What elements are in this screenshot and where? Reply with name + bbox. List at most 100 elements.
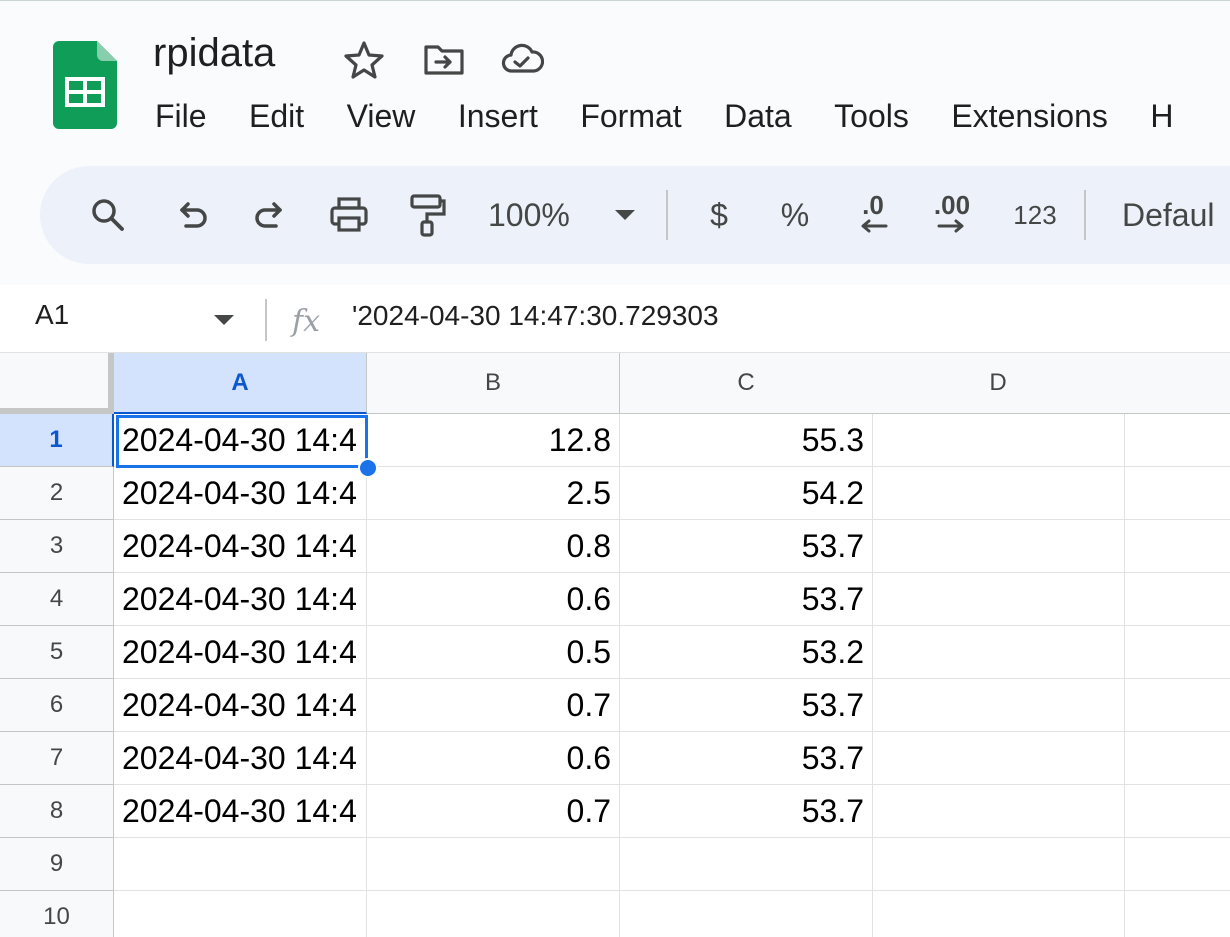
- cell-b4[interactable]: 0.6: [367, 573, 620, 626]
- cell-b2[interactable]: 2.5: [367, 467, 620, 520]
- cell-c10[interactable]: [620, 891, 873, 937]
- cell-c5[interactable]: 53.2: [620, 626, 873, 679]
- select-all-corner[interactable]: [0, 353, 114, 414]
- move-to-folder-icon[interactable]: [422, 39, 466, 79]
- cell-c4[interactable]: 53.7: [620, 573, 873, 626]
- cell-d3[interactable]: [872, 520, 1125, 573]
- cell-a3[interactable]: 2024-04-30 14:4: [114, 520, 367, 573]
- column-header-c[interactable]: C: [620, 353, 873, 414]
- cell-d7[interactable]: [872, 732, 1125, 785]
- cell-c7[interactable]: 53.7: [620, 732, 873, 785]
- name-box[interactable]: A1: [35, 299, 69, 331]
- cell-d5[interactable]: [872, 626, 1125, 679]
- star-icon[interactable]: [342, 39, 386, 79]
- cell-c8[interactable]: 53.7: [620, 785, 873, 838]
- arrow-right-icon: [937, 219, 964, 233]
- zoom-dropdown-icon[interactable]: [610, 191, 640, 239]
- column-header-blank[interactable]: [1124, 353, 1230, 414]
- cell-c2[interactable]: 54.2: [620, 467, 873, 520]
- cell-e10[interactable]: [1124, 891, 1230, 937]
- row-header-10[interactable]: 10: [0, 891, 114, 937]
- menu-insert[interactable]: Insert: [458, 96, 538, 136]
- cell-b6[interactable]: 0.7: [367, 679, 620, 732]
- toolbar-divider: [1084, 190, 1086, 240]
- number-format-button[interactable]: 123: [1010, 191, 1060, 239]
- search-icon[interactable]: [86, 191, 130, 239]
- menu-format[interactable]: Format: [580, 96, 681, 136]
- cell-c1[interactable]: 55.3: [620, 414, 873, 467]
- menu-extensions[interactable]: Extensions: [951, 96, 1108, 136]
- zoom-select[interactable]: 100%: [488, 191, 570, 239]
- cell-a7[interactable]: 2024-04-30 14:4: [114, 732, 367, 785]
- decrease-decimal-button[interactable]: .0: [850, 191, 896, 239]
- cell-e8[interactable]: [1124, 785, 1230, 838]
- menu-help[interactable]: H: [1150, 96, 1173, 136]
- cell-b5[interactable]: 0.5: [367, 626, 620, 679]
- row-header-5[interactable]: 5: [0, 626, 114, 679]
- cell-e2[interactable]: [1124, 467, 1230, 520]
- undo-icon[interactable]: [170, 191, 214, 239]
- name-box-dropdown-icon[interactable]: [212, 313, 236, 331]
- percent-format-button[interactable]: %: [778, 191, 812, 239]
- fill-handle[interactable]: [358, 458, 378, 478]
- cell-e9[interactable]: [1124, 838, 1230, 891]
- menu-view[interactable]: View: [347, 96, 416, 136]
- document-title[interactable]: rpidata: [153, 31, 275, 76]
- increase-decimal-button[interactable]: .00: [928, 191, 976, 239]
- row-header-4[interactable]: 4: [0, 573, 114, 626]
- cell-b8[interactable]: 0.7: [367, 785, 620, 838]
- cloud-saved-icon[interactable]: [500, 39, 545, 79]
- row-header-9[interactable]: 9: [0, 838, 114, 891]
- cell-b3[interactable]: 0.8: [367, 520, 620, 573]
- row-header-2[interactable]: 2: [0, 467, 114, 520]
- cell-c6[interactable]: 53.7: [620, 679, 873, 732]
- cell-a6[interactable]: 2024-04-30 14:4: [114, 679, 367, 732]
- menu-edit[interactable]: Edit: [249, 96, 304, 136]
- column-header-a[interactable]: A: [114, 353, 367, 414]
- cell-b10[interactable]: [367, 891, 620, 937]
- cell-e1[interactable]: [1124, 414, 1230, 467]
- sheets-logo-icon[interactable]: [53, 41, 117, 129]
- row-header-1[interactable]: 1: [0, 414, 114, 467]
- column-header-b[interactable]: B: [367, 353, 620, 414]
- cell-a10[interactable]: [114, 891, 367, 937]
- cell-d8[interactable]: [872, 785, 1125, 838]
- formula-input[interactable]: '2024-04-30 14:47:30.729303: [352, 300, 719, 332]
- cell-a9[interactable]: [114, 838, 367, 891]
- cell-a4[interactable]: 2024-04-30 14:4: [114, 573, 367, 626]
- cell-d10[interactable]: [872, 891, 1125, 937]
- cell-e3[interactable]: [1124, 520, 1230, 573]
- cell-e7[interactable]: [1124, 732, 1230, 785]
- cell-a2[interactable]: 2024-04-30 14:4: [114, 467, 367, 520]
- cell-e6[interactable]: [1124, 679, 1230, 732]
- cell-a8[interactable]: 2024-04-30 14:4: [114, 785, 367, 838]
- cell-d1[interactable]: [872, 414, 1125, 467]
- column-header-d[interactable]: D: [872, 353, 1125, 414]
- cell-c9[interactable]: [620, 838, 873, 891]
- cell-e5[interactable]: [1124, 626, 1230, 679]
- menu-tools[interactable]: Tools: [834, 96, 909, 136]
- cell-d2[interactable]: [872, 467, 1125, 520]
- cell-a1[interactable]: 2024-04-30 14:4: [114, 414, 367, 467]
- row-header-7[interactable]: 7: [0, 732, 114, 785]
- menu-file[interactable]: File: [155, 96, 207, 136]
- menu-data[interactable]: Data: [724, 96, 792, 136]
- cell-c3[interactable]: 53.7: [620, 520, 873, 573]
- row-header-3[interactable]: 3: [0, 520, 114, 573]
- font-select[interactable]: Defaul: [1122, 191, 1215, 239]
- paint-format-icon[interactable]: [406, 191, 450, 239]
- cell-d6[interactable]: [872, 679, 1125, 732]
- cell-d4[interactable]: [872, 573, 1125, 626]
- cell-a5[interactable]: 2024-04-30 14:4: [114, 626, 367, 679]
- print-icon[interactable]: [327, 191, 371, 239]
- cell-e4[interactable]: [1124, 573, 1230, 626]
- row-header-8[interactable]: 8: [0, 785, 114, 838]
- function-icon: fx: [290, 297, 330, 341]
- cell-d9[interactable]: [872, 838, 1125, 891]
- redo-icon[interactable]: [248, 191, 292, 239]
- cell-b7[interactable]: 0.6: [367, 732, 620, 785]
- row-header-6[interactable]: 6: [0, 679, 114, 732]
- cell-b1[interactable]: 12.8: [367, 414, 620, 467]
- currency-format-button[interactable]: $: [704, 191, 734, 239]
- cell-b9[interactable]: [367, 838, 620, 891]
